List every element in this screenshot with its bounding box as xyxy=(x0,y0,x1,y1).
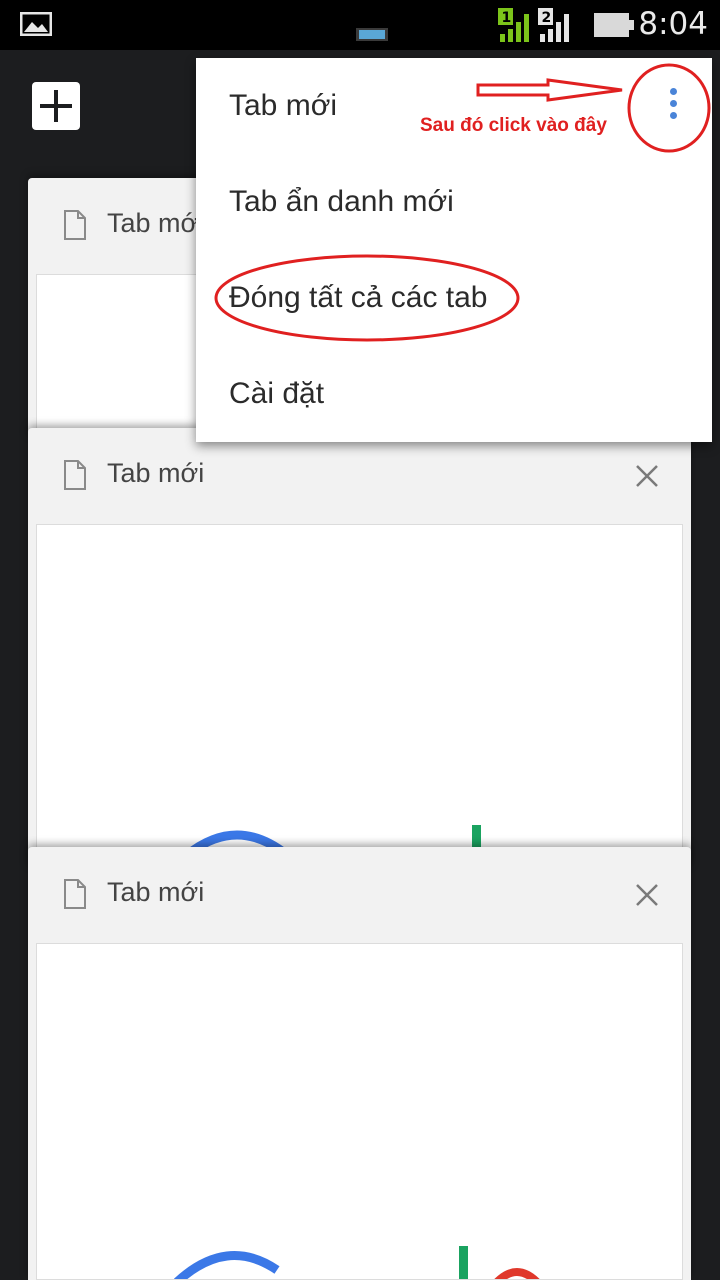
google-logo-partial xyxy=(173,1246,540,1279)
document-icon xyxy=(64,210,86,240)
menu-item-new-tab[interactable]: Tab mới xyxy=(196,58,616,154)
sim1-label: 1 xyxy=(502,10,512,26)
tab-header: Tab mới xyxy=(28,428,691,524)
more-vertical-icon[interactable] xyxy=(658,88,688,124)
tab-switcher-screen: 1 2 8:04 Tab mới Tab mới Tab mới Tab mới… xyxy=(0,0,720,1280)
menu-item-new-incognito-tab[interactable]: Tab ẩn danh mới xyxy=(196,154,616,250)
tab-thumbnail xyxy=(36,524,683,868)
tab-card[interactable]: Tab mới xyxy=(28,428,691,868)
document-icon xyxy=(64,879,86,909)
clock: 8:04 xyxy=(638,6,708,42)
picture-icon xyxy=(20,12,52,36)
overflow-menu: Tab mới Tab ẩn danh mới Đóng tất cả các … xyxy=(196,58,712,442)
tab-header: Tab mới xyxy=(28,847,691,943)
sim2-label: 2 xyxy=(542,10,552,26)
tab-card[interactable]: Tab mới xyxy=(28,847,691,1280)
menu-item-settings[interactable]: Cài đặt xyxy=(196,346,616,442)
tab-thumbnail xyxy=(36,943,683,1280)
signal-sim2-icon: 2 xyxy=(538,8,569,42)
new-tab-button[interactable] xyxy=(32,82,80,130)
media-icon xyxy=(356,28,388,41)
signal-sim1-icon: 1 xyxy=(498,8,529,42)
tab-title: Tab mới xyxy=(107,458,205,488)
tab-title: Tab mới xyxy=(107,208,205,238)
annotation-label: Sau đó click vào đây xyxy=(420,115,607,136)
menu-item-close-all-tabs[interactable]: Đóng tất cả các tab xyxy=(196,250,616,346)
battery-icon xyxy=(594,13,634,37)
document-icon xyxy=(64,460,86,490)
close-icon[interactable] xyxy=(633,881,661,909)
tab-title: Tab mới xyxy=(107,877,205,907)
status-bar: 1 2 8:04 xyxy=(0,0,720,50)
close-icon[interactable] xyxy=(633,462,661,490)
